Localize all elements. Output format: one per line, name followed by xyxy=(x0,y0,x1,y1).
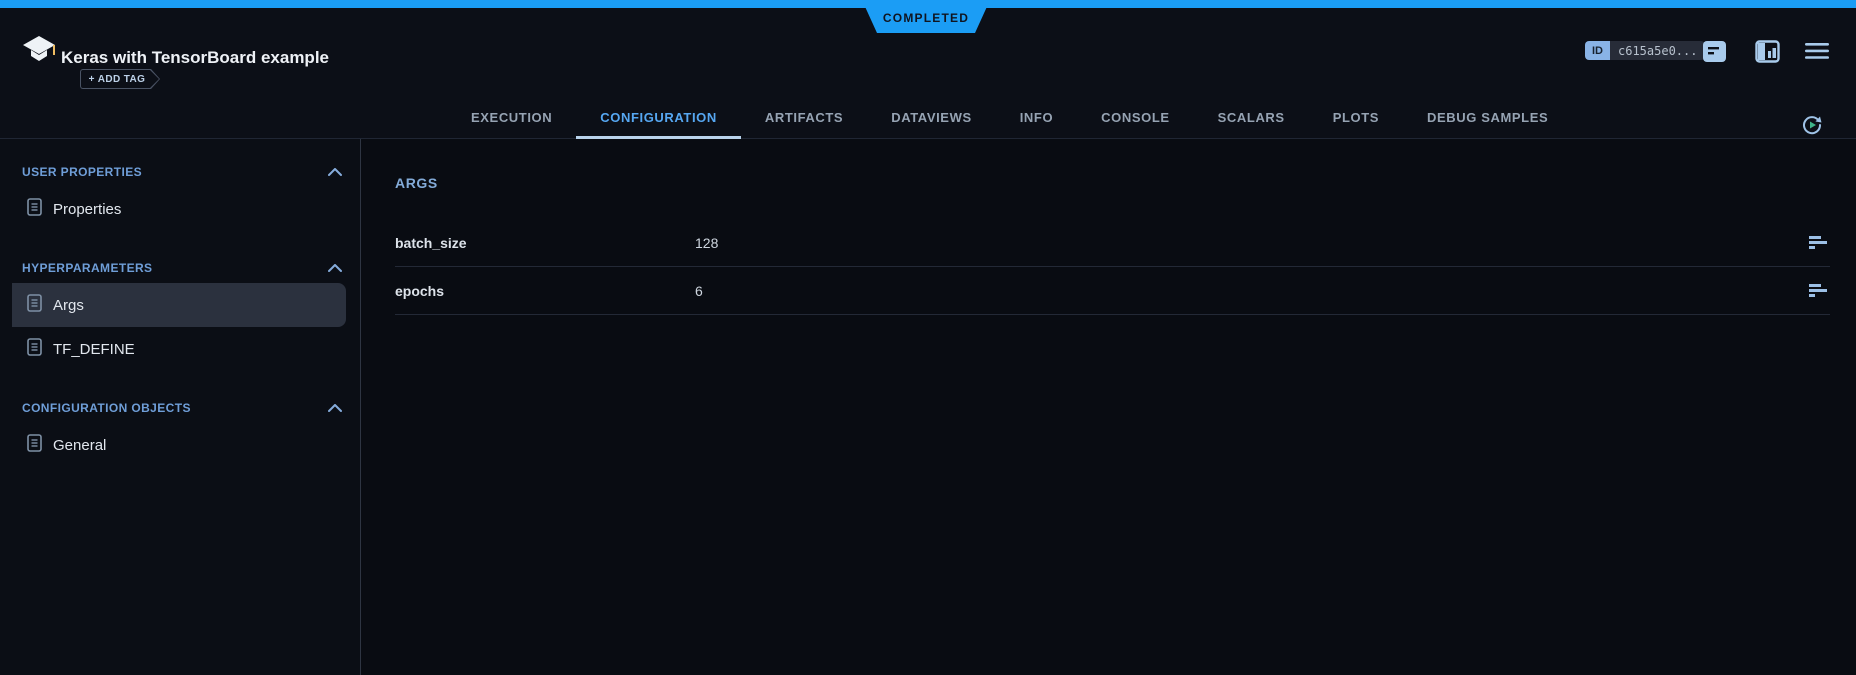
document-icon xyxy=(27,294,42,317)
experiment-type-icon xyxy=(21,34,57,73)
tab-configuration[interactable]: CONFIGURATION xyxy=(576,98,741,139)
group-label: CONFIGURATION OBJECTS xyxy=(22,401,191,415)
document-icon xyxy=(27,198,42,221)
tab-bar: EXECUTION CONFIGURATION ARTIFACTS DATAVI… xyxy=(447,98,1572,139)
tab-execution[interactable]: EXECUTION xyxy=(447,98,576,139)
group-label: USER PROPERTIES xyxy=(22,165,142,179)
table-row: epochs 6 xyxy=(395,267,1830,315)
chevron-up-icon[interactable] xyxy=(328,259,342,277)
auto-refresh-icon[interactable] xyxy=(1800,113,1824,142)
add-tag-button[interactable]: + ADD TAG xyxy=(80,69,160,89)
tab-info[interactable]: INFO xyxy=(996,98,1077,139)
parameters-panel: ARGS batch_size 128 epochs 6 xyxy=(361,139,1856,675)
sidebar-item-label: TF_DEFINE xyxy=(53,341,135,358)
group-label: HYPERPARAMETERS xyxy=(22,261,152,275)
param-value: 6 xyxy=(695,283,1809,299)
id-value: c615a5e0... xyxy=(1610,41,1705,60)
chevron-up-icon[interactable] xyxy=(328,163,342,181)
sidebar-group-hyperparameters: HYPERPARAMETERS Args TF_DEFINE xyxy=(0,259,360,371)
add-tag-label: + ADD TAG xyxy=(81,70,159,88)
param-origin-icon[interactable] xyxy=(1809,236,1828,250)
sidebar-group-configuration-objects: CONFIGURATION OBJECTS General xyxy=(0,399,360,467)
configuration-sidebar: USER PROPERTIES Properties HYPERPARAMETE… xyxy=(0,139,361,675)
param-value: 128 xyxy=(695,235,1809,251)
tab-plots[interactable]: PLOTS xyxy=(1309,98,1403,139)
experiment-id-chip[interactable]: ID c615a5e0... xyxy=(1585,41,1705,60)
tab-console[interactable]: CONSOLE xyxy=(1077,98,1193,139)
tab-scalars[interactable]: SCALARS xyxy=(1194,98,1309,139)
sidebar-item-label: Properties xyxy=(53,201,121,218)
group-header-hyperparameters[interactable]: HYPERPARAMETERS xyxy=(22,259,342,277)
content-area: USER PROPERTIES Properties HYPERPARAMETE… xyxy=(0,139,1856,675)
param-key: epochs xyxy=(395,283,695,299)
sidebar-item-args[interactable]: Args xyxy=(12,283,346,327)
param-origin-icon[interactable] xyxy=(1809,284,1828,298)
details-panel-icon[interactable] xyxy=(1702,40,1727,68)
split-view-icon[interactable] xyxy=(1755,40,1780,68)
tab-dataviews[interactable]: DATAVIEWS xyxy=(867,98,996,139)
tab-artifacts[interactable]: ARTIFACTS xyxy=(741,98,867,139)
status-label: COMPLETED xyxy=(883,11,969,25)
parameters-table: batch_size 128 epochs 6 xyxy=(395,219,1830,315)
sidebar-item-label: Args xyxy=(53,297,84,314)
experiment-title: Keras with TensorBoard example xyxy=(61,48,329,68)
tab-debug-samples[interactable]: DEBUG SAMPLES xyxy=(1403,98,1572,139)
group-header-configuration-objects[interactable]: CONFIGURATION OBJECTS xyxy=(22,399,342,417)
sidebar-group-user-properties: USER PROPERTIES Properties xyxy=(0,163,360,231)
group-header-user-properties[interactable]: USER PROPERTIES xyxy=(22,163,342,181)
section-title: ARGS xyxy=(395,175,1830,191)
status-ribbon: COMPLETED xyxy=(862,0,990,33)
table-row: batch_size 128 xyxy=(395,219,1830,267)
sidebar-item-properties[interactable]: Properties xyxy=(12,187,346,231)
menu-icon[interactable] xyxy=(1805,43,1829,65)
sidebar-item-label: General xyxy=(53,437,106,454)
chevron-up-icon[interactable] xyxy=(328,399,342,417)
document-icon xyxy=(27,338,42,361)
id-badge: ID xyxy=(1585,41,1610,60)
sidebar-item-tf-define[interactable]: TF_DEFINE xyxy=(12,327,346,371)
document-icon xyxy=(27,434,42,457)
param-key: batch_size xyxy=(395,235,695,251)
sidebar-item-general[interactable]: General xyxy=(12,423,346,467)
